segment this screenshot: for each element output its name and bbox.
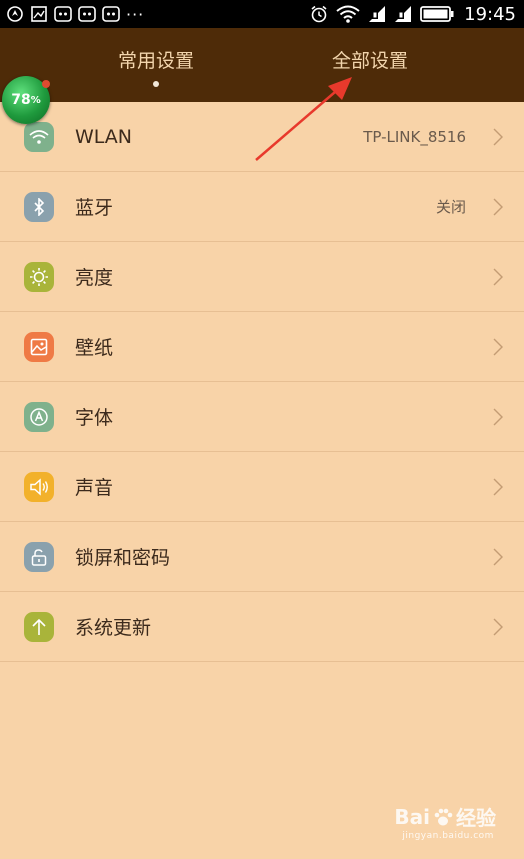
chevron-right-icon [493, 408, 503, 425]
alarm-icon [310, 5, 328, 23]
setting-label: 蓝牙 [75, 197, 114, 219]
setting-row-font[interactable]: 字体 [0, 382, 524, 452]
watermark-url: jingyan.baidu.com [402, 831, 494, 841]
setting-row-lockscreen[interactable]: 锁屏和密码 [0, 522, 524, 592]
tab-label: 常用设置 [117, 49, 194, 72]
setting-label: 亮度 [75, 267, 114, 289]
status-bar-left: ··· [6, 0, 144, 28]
setting-value: TP-LINK_8516 [363, 127, 466, 146]
tab-label: 全部设置 [331, 49, 408, 72]
wifi-icon [336, 5, 360, 23]
tab-common-settings[interactable]: 常用设置 [61, 28, 251, 102]
setting-label: 系统更新 [75, 617, 152, 639]
sim2-icon [394, 5, 412, 23]
setting-row-wlan[interactable]: WLAN TP-LINK_8516 [0, 102, 524, 172]
setting-value: 关闭 [435, 198, 466, 216]
app-notification-icon [54, 5, 72, 23]
navigation-icon [6, 5, 24, 23]
floating-memory-badge[interactable]: 78% [2, 76, 50, 124]
settings-list: WLAN TP-LINK_8516 蓝牙 关闭 亮度 壁纸 字体 声音 锁屏和密… [0, 102, 524, 662]
setting-label: 字体 [75, 407, 114, 429]
badge-value: 78 [11, 92, 31, 108]
watermark-brand: Bai [394, 804, 430, 829]
font-icon [24, 401, 54, 432]
paw-icon [434, 808, 453, 825]
setting-row-sound[interactable]: 声音 [0, 452, 524, 522]
chevron-right-icon [493, 198, 503, 215]
wallpaper-icon [24, 331, 54, 362]
brightness-icon [24, 261, 54, 292]
selected-tab-indicator [153, 80, 159, 87]
watermark-brand-suffix: 经验 [456, 806, 496, 830]
more-notifications-indicator: ··· [126, 4, 145, 24]
chevron-right-icon [493, 478, 503, 495]
setting-row-system-update[interactable]: 系统更新 [0, 592, 524, 662]
chevron-right-icon [493, 548, 503, 565]
setting-label: WLAN [75, 125, 133, 148]
app-notification-icon [102, 5, 120, 23]
gallery-icon [30, 5, 48, 23]
baidu-jingyan-watermark: Bai 经验 jingyan.baidu.com [394, 802, 496, 842]
setting-row-wallpaper[interactable]: 壁纸 [0, 312, 524, 382]
chevron-right-icon [493, 128, 503, 145]
setting-label: 声音 [75, 477, 114, 499]
setting-label: 壁纸 [75, 337, 114, 359]
setting-row-brightness[interactable]: 亮度 [0, 242, 524, 312]
bluetooth-icon [24, 191, 54, 222]
app-notification-icon [78, 5, 96, 23]
wifi-icon [24, 121, 54, 152]
update-icon [24, 611, 54, 642]
watermark-logo: Bai 经验 [394, 802, 496, 831]
setting-label: 锁屏和密码 [75, 547, 171, 569]
settings-header: 常用设置 全部设置 [0, 28, 524, 102]
status-bar: ··· 19:45 [0, 0, 524, 28]
chevron-right-icon [493, 268, 503, 285]
tab-all-settings[interactable]: 全部设置 [275, 28, 465, 102]
setting-row-bluetooth[interactable]: 蓝牙 关闭 [0, 172, 524, 242]
lock-icon [24, 541, 54, 572]
battery-icon [420, 5, 454, 23]
chevron-right-icon [493, 338, 503, 355]
badge-notification-dot [42, 80, 50, 88]
sim1-icon [368, 5, 386, 23]
sound-icon [24, 471, 54, 502]
badge-unit: % [30, 94, 41, 106]
chevron-right-icon [493, 618, 503, 635]
status-bar-right: 19:45 [310, 0, 516, 28]
status-bar-time: 19:45 [464, 3, 516, 25]
